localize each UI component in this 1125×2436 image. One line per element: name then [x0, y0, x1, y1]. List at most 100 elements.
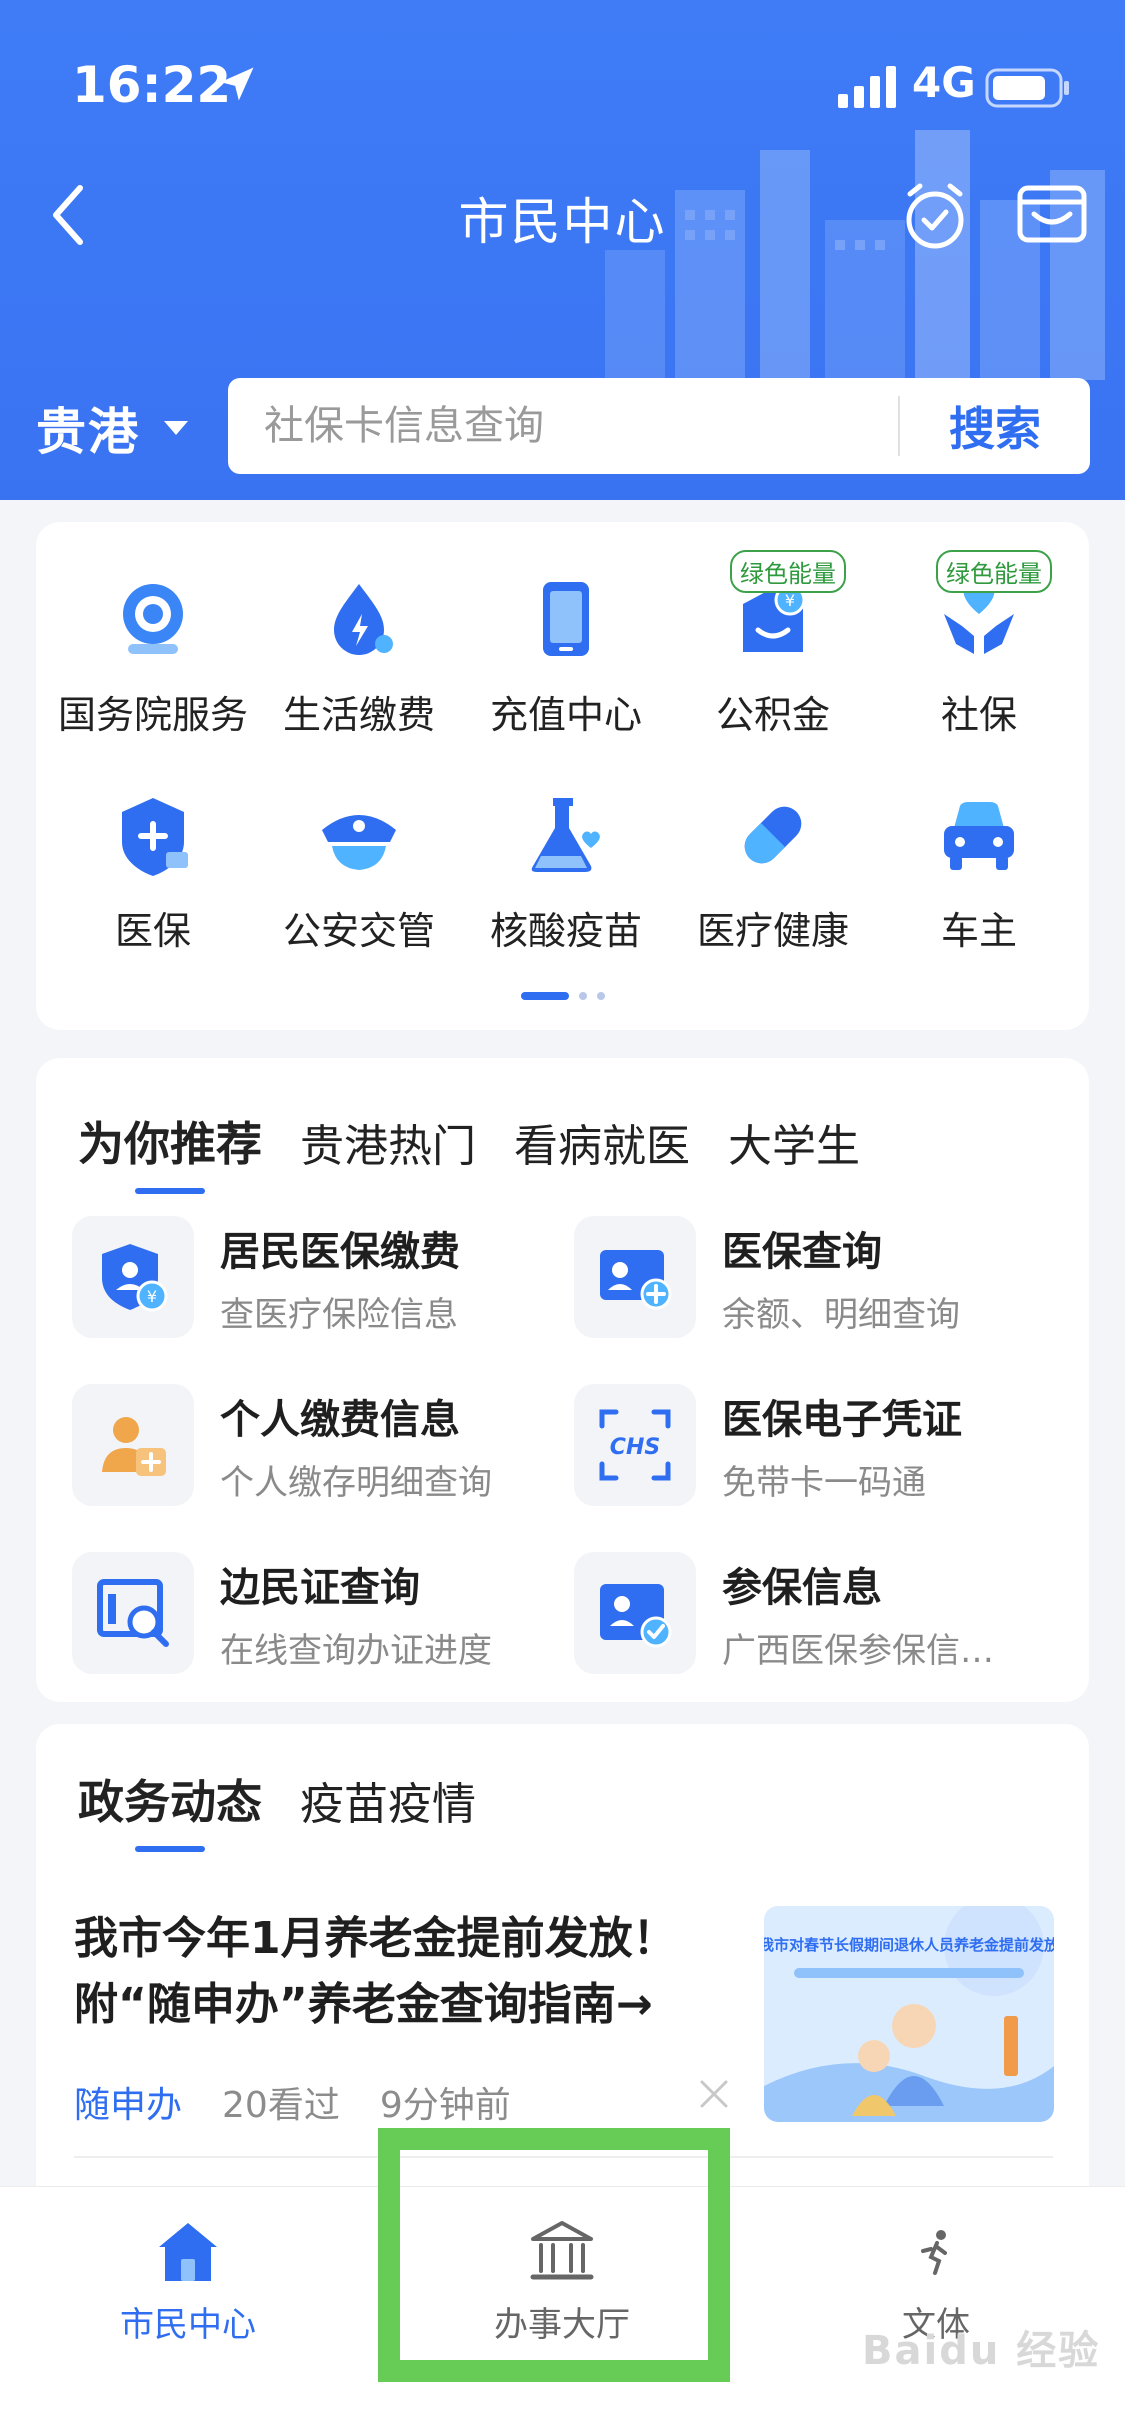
- service-recharge[interactable]: 充值中心: [461, 574, 671, 739]
- news-time: 9分钟前: [379, 2085, 511, 2126]
- baidu-watermark: Baidu 经验: [862, 2328, 1101, 2374]
- close-icon[interactable]: [696, 2076, 732, 2112]
- green-energy-badge: 绿色能量: [936, 550, 1052, 593]
- rec-icon-box: [574, 1552, 696, 1674]
- service-police-traffic[interactable]: 公安交管: [254, 790, 464, 955]
- service-medical-health[interactable]: 医疗健康: [668, 790, 878, 955]
- service-state-council[interactable]: 国务院服务: [48, 574, 258, 739]
- rec-item-medical-query[interactable]: 医保查询 余额、明细查询: [574, 1212, 1044, 1342]
- rec-item-personal-payment[interactable]: 个人缴费信息 个人缴存明细查询: [72, 1380, 542, 1510]
- page-dot: [578, 992, 587, 1000]
- personal-payment-icon: [102, 1417, 166, 1476]
- rec-item-border-pass-query[interactable]: 边民证查询 在线查询办证进度: [72, 1548, 542, 1678]
- rec-subtitle: 余额、明细查询: [722, 1294, 960, 1335]
- police-cap-icon: [322, 815, 396, 870]
- rec-text: 边民证查询 在线查询办证进度: [220, 1555, 520, 1672]
- recommend-tabs: 为你推荐 贵港热门 看病就医 大学生: [78, 1108, 860, 1174]
- news-headline[interactable]: 我市今年1月养老金提前发放！附“随申办”养老金查询指南→: [74, 1906, 764, 2038]
- recharge-phone-icon: [543, 582, 589, 656]
- rec-subtitle: 个人缴存明细查询: [220, 1462, 492, 1503]
- rec-subtitle: 广西医保参保信…: [722, 1630, 994, 1671]
- medical-payment-icon: ¥: [102, 1244, 168, 1312]
- rec-text: 参保信息 广西医保参保信…: [722, 1555, 1022, 1672]
- chs-code-icon: CHS: [599, 1409, 671, 1481]
- service-medical-insurance[interactable]: 医保: [48, 790, 258, 955]
- divider: [74, 2156, 1053, 2158]
- nav-citizen-center[interactable]: 市民中心: [48, 2217, 328, 2346]
- thumb-caption: 我市对春节长假期间退休人员养老金提前发放: [764, 1936, 1054, 1954]
- news-views: 20看过: [222, 2085, 340, 2126]
- green-energy-badge: 绿色能量: [730, 550, 846, 593]
- rec-icon-box: CHS: [574, 1384, 696, 1506]
- service-label: 国务院服务: [57, 693, 248, 737]
- rec-item-insured-info[interactable]: 参保信息 广西医保参保信…: [574, 1548, 1044, 1678]
- nav-label: 市民中心: [120, 2305, 256, 2345]
- flask-icon: [531, 798, 600, 872]
- city-selector[interactable]: 贵港: [36, 392, 188, 464]
- news-tabs: 政务动态 疫苗疫情: [78, 1766, 476, 1832]
- header: 16:22 4G 市民中心 贵港 社保卡信息查询 搜索: [0, 0, 1125, 500]
- bottom-nav: 市民中心 办事大厅 文体: [0, 2186, 1125, 2436]
- svg-text:¥: ¥: [147, 1287, 157, 1306]
- service-label: 核酸疫苗: [489, 909, 642, 953]
- rec-title: 参保信息: [722, 1564, 882, 1611]
- service-label: 公积金: [715, 693, 830, 737]
- insured-info-icon: [600, 1584, 672, 1648]
- rec-title: 居民医保缴费: [220, 1228, 460, 1275]
- tab-guigang-hot[interactable]: 贵港热门: [300, 1110, 476, 1174]
- location-arrow-icon: [220, 67, 254, 101]
- rec-subtitle: 在线查询办证进度: [220, 1630, 492, 1671]
- page-dot: [596, 992, 605, 1000]
- nav-service-hall[interactable]: 办事大厅: [422, 2217, 702, 2346]
- service-label: 公安交管: [282, 909, 435, 953]
- news-card: 政务动态 疫苗疫情 我市今年1月养老金提前发放！附“随申办”养老金查询指南→ 随…: [36, 1724, 1089, 2244]
- services-card: 国务院服务 生活缴费 充值中心 绿色能量 ¥ 公积金 绿色能量 社保 医保 公安…: [36, 522, 1089, 1030]
- rec-text: 医保查询 余额、明细查询: [722, 1219, 1022, 1336]
- rec-text: 医保电子凭证 免带卡一码通: [722, 1387, 1022, 1504]
- rec-icon-box: [72, 1384, 194, 1506]
- service-label: 生活缴费: [282, 693, 435, 737]
- tab-for-you[interactable]: 为你推荐: [78, 1108, 262, 1174]
- medical-query-icon: [600, 1250, 672, 1310]
- news-source[interactable]: 随申办: [74, 2076, 182, 2128]
- tab-vaccine-epidemic[interactable]: 疫苗疫情: [300, 1768, 476, 1832]
- city-skyline-illustration: [605, 130, 1105, 380]
- elderly-couple-illustration: 我市对春节长假期间退休人员养老金提前发放: [764, 1906, 1054, 2122]
- service-social-security[interactable]: 绿色能量 社保: [874, 550, 1084, 739]
- tab-college[interactable]: 大学生: [728, 1110, 860, 1174]
- service-car-owner[interactable]: 车主: [874, 790, 1084, 955]
- service-utility-payment[interactable]: 生活缴费: [254, 574, 464, 739]
- alarm-clock-icon[interactable]: [900, 180, 970, 252]
- tab-medical[interactable]: 看病就医: [514, 1110, 690, 1174]
- rec-title: 边民证查询: [220, 1564, 420, 1611]
- rec-icon-box: [72, 1552, 194, 1674]
- rec-icon-box: [574, 1216, 696, 1338]
- service-label: 车主: [940, 909, 1017, 953]
- service-label: 充值中心: [489, 693, 642, 737]
- government-hall-icon: [530, 2221, 594, 2280]
- page-indicator: [36, 992, 1089, 1000]
- rec-subtitle: 查医疗保险信息: [220, 1294, 458, 1335]
- state-council-icon: [123, 584, 183, 654]
- svg-text:¥: ¥: [785, 591, 795, 610]
- rec-title: 个人缴费信息: [220, 1396, 460, 1443]
- status-bar: 16:22 4G: [0, 0, 1125, 140]
- pill-icon: [744, 806, 802, 864]
- service-label: 医疗健康: [696, 909, 849, 953]
- service-label: 社保: [940, 693, 1017, 737]
- caret-down-icon: [164, 421, 188, 435]
- tab-government-news[interactable]: 政务动态: [78, 1766, 262, 1832]
- nav-label: 办事大厅: [494, 2305, 630, 2345]
- border-pass-search-icon: [97, 1579, 169, 1647]
- search-input[interactable]: [228, 378, 898, 474]
- search-button[interactable]: 搜索: [900, 393, 1090, 459]
- service-nucleic-vaccine[interactable]: 核酸疫苗: [461, 790, 671, 955]
- city-name: 贵港: [36, 403, 140, 461]
- wallet-icon[interactable]: [1016, 182, 1088, 246]
- rec-item-medical-e-voucher[interactable]: CHS 医保电子凭证 免带卡一码通: [574, 1380, 1044, 1510]
- news-thumbnail[interactable]: 我市对春节长假期间退休人员养老金提前发放: [764, 1906, 1054, 2122]
- utility-payment-icon: [334, 584, 393, 655]
- page-dot-active: [520, 992, 569, 1000]
- service-housing-fund[interactable]: 绿色能量 ¥ 公积金: [668, 550, 878, 739]
- rec-item-resident-medical-payment[interactable]: ¥ 居民医保缴费 查医疗保险信息: [72, 1212, 542, 1342]
